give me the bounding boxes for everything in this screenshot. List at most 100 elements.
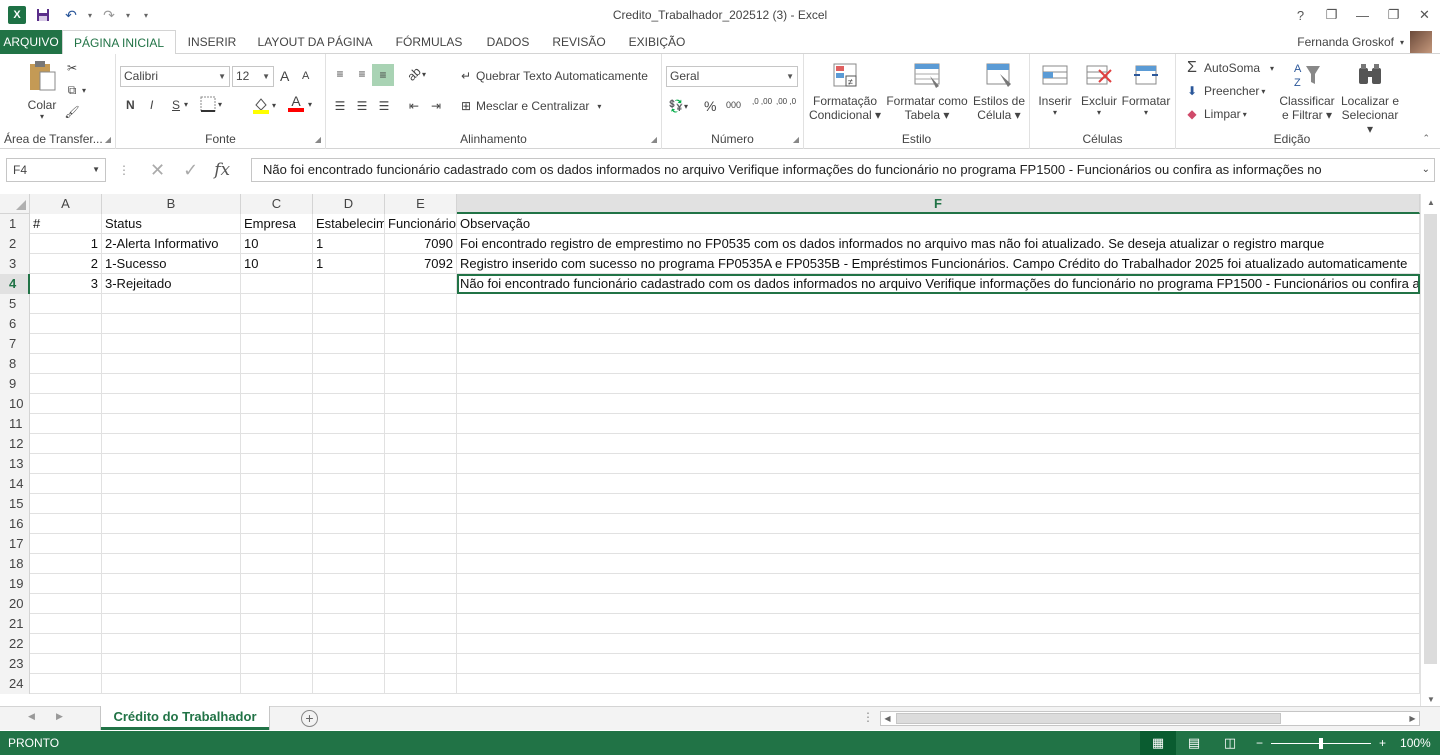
cell-f3[interactable]: Registro inserido com sucesso no program… (457, 254, 1420, 274)
cell-c20[interactable] (241, 594, 313, 614)
fill-color-button[interactable]: ▾ (252, 96, 276, 114)
scroll-up-icon[interactable]: ▲ (1421, 194, 1440, 211)
row-header[interactable]: 16 (0, 514, 30, 534)
cell-d6[interactable] (313, 314, 385, 334)
cell-b10[interactable] (102, 394, 241, 414)
orientation-button[interactable]: ab ▾ (404, 64, 426, 83)
tab-formulas[interactable]: FÓRMULAS (390, 30, 468, 54)
enter-icon[interactable]: ✓ (183, 160, 198, 181)
cell-e21[interactable] (385, 614, 457, 634)
cell-d17[interactable] (313, 534, 385, 554)
cell-a9[interactable] (30, 374, 102, 394)
cell-c7[interactable] (241, 334, 313, 354)
row-header[interactable]: 17 (0, 534, 30, 554)
cell-e10[interactable] (385, 394, 457, 414)
cell-c13[interactable] (241, 454, 313, 474)
cell-f2[interactable]: Foi encontrado registro de emprestimo no… (457, 234, 1420, 254)
cell-e20[interactable] (385, 594, 457, 614)
paste-button[interactable]: Colar ▾ (24, 60, 60, 121)
cell-f7[interactable] (457, 334, 1420, 354)
cell-e12[interactable] (385, 434, 457, 454)
splitter-handle[interactable]: ⋮ (862, 710, 874, 724)
cell-d12[interactable] (313, 434, 385, 454)
increase-indent-button[interactable]: ⇥ (428, 98, 444, 114)
align-top-button[interactable]: ≡ (332, 66, 348, 82)
cell-a14[interactable] (30, 474, 102, 494)
cell-a24[interactable] (30, 674, 102, 694)
cell-e15[interactable] (385, 494, 457, 514)
row-header[interactable]: 15 (0, 494, 30, 514)
find-select-button[interactable]: Localizar e Selecionar ▾ (1338, 60, 1402, 136)
cell-e2[interactable]: 7090 (385, 234, 457, 254)
dialog-launcher-icon[interactable]: ◢ (793, 135, 799, 144)
bold-button[interactable]: N (126, 98, 135, 112)
cell-b14[interactable] (102, 474, 241, 494)
cell-c21[interactable] (241, 614, 313, 634)
cell-f6[interactable] (457, 314, 1420, 334)
cell-e3[interactable]: 7092 (385, 254, 457, 274)
cell-b3[interactable]: 1-Sucesso (102, 254, 241, 274)
column-header-f[interactable]: F (457, 194, 1420, 214)
formula-input[interactable]: Não foi encontrado funcionário cadastrad… (251, 158, 1435, 182)
sort-filter-button[interactable]: AZ Classificar e Filtrar ▾ (1278, 60, 1336, 122)
add-sheet-icon[interactable]: + (301, 710, 318, 727)
cell-c6[interactable] (241, 314, 313, 334)
cell-f14[interactable] (457, 474, 1420, 494)
normal-view-icon[interactable]: ▦ (1140, 731, 1176, 755)
italic-button[interactable]: I (150, 98, 153, 112)
cell-a19[interactable] (30, 574, 102, 594)
minimize-button[interactable]: — (1347, 0, 1378, 30)
row-header[interactable]: 19 (0, 574, 30, 594)
cell-c5[interactable] (241, 294, 313, 314)
align-bottom-button[interactable]: ≡ (372, 64, 394, 86)
cell-e13[interactable] (385, 454, 457, 474)
cell-e24[interactable] (385, 674, 457, 694)
cut-button[interactable]: ✂ (64, 60, 80, 76)
chevron-down-icon[interactable]: ▾ (184, 100, 188, 109)
cell-a8[interactable] (30, 354, 102, 374)
cell-b8[interactable] (102, 354, 241, 374)
cell-e23[interactable] (385, 654, 457, 674)
cell-d10[interactable] (313, 394, 385, 414)
row-header[interactable]: 5 (0, 294, 30, 314)
cell-a1[interactable]: # (30, 214, 102, 234)
cell-f21[interactable] (457, 614, 1420, 634)
align-left-button[interactable]: ☰ (332, 98, 348, 114)
cell-b23[interactable] (102, 654, 241, 674)
tab-layout-da-pagina[interactable]: LAYOUT DA PÁGINA (250, 30, 380, 54)
cell-b5[interactable] (102, 294, 241, 314)
autosum-button[interactable]: Σ AutoSoma ▾ (1184, 59, 1274, 76)
cell-d9[interactable] (313, 374, 385, 394)
cell-e17[interactable] (385, 534, 457, 554)
cell-b13[interactable] (102, 454, 241, 474)
undo-dropdown-icon[interactable]: ▾ (88, 11, 92, 20)
cell-e18[interactable] (385, 554, 457, 574)
column-header-e[interactable]: E (385, 194, 457, 214)
help-button[interactable]: ? (1285, 0, 1316, 30)
row-header[interactable]: 13 (0, 454, 30, 474)
cell-f19[interactable] (457, 574, 1420, 594)
cell-c23[interactable] (241, 654, 313, 674)
zoom-in-button[interactable]: + (1379, 736, 1386, 750)
cell-b4[interactable]: 3-Rejeitado (102, 274, 241, 294)
cell-d3[interactable]: 1 (313, 254, 385, 274)
cell-a2[interactable]: 1 (30, 234, 102, 254)
align-right-button[interactable]: ☰ (376, 98, 392, 114)
column-header-c[interactable]: C (241, 194, 313, 214)
cell-f11[interactable] (457, 414, 1420, 434)
cell-d4[interactable] (313, 274, 385, 294)
scroll-right-icon[interactable]: ▶ (1406, 712, 1419, 725)
cell-a10[interactable] (30, 394, 102, 414)
cell-f22[interactable] (457, 634, 1420, 654)
cell-d14[interactable] (313, 474, 385, 494)
cell-b17[interactable] (102, 534, 241, 554)
cell-c15[interactable] (241, 494, 313, 514)
decrease-indent-button[interactable]: ⇤ (406, 98, 422, 114)
horizontal-scroll-thumb[interactable] (896, 713, 1281, 724)
cell-d22[interactable] (313, 634, 385, 654)
row-header[interactable]: 12 (0, 434, 30, 454)
zoom-out-button[interactable]: − (1256, 736, 1263, 750)
cell-a16[interactable] (30, 514, 102, 534)
cell-f8[interactable] (457, 354, 1420, 374)
cell-b11[interactable] (102, 414, 241, 434)
